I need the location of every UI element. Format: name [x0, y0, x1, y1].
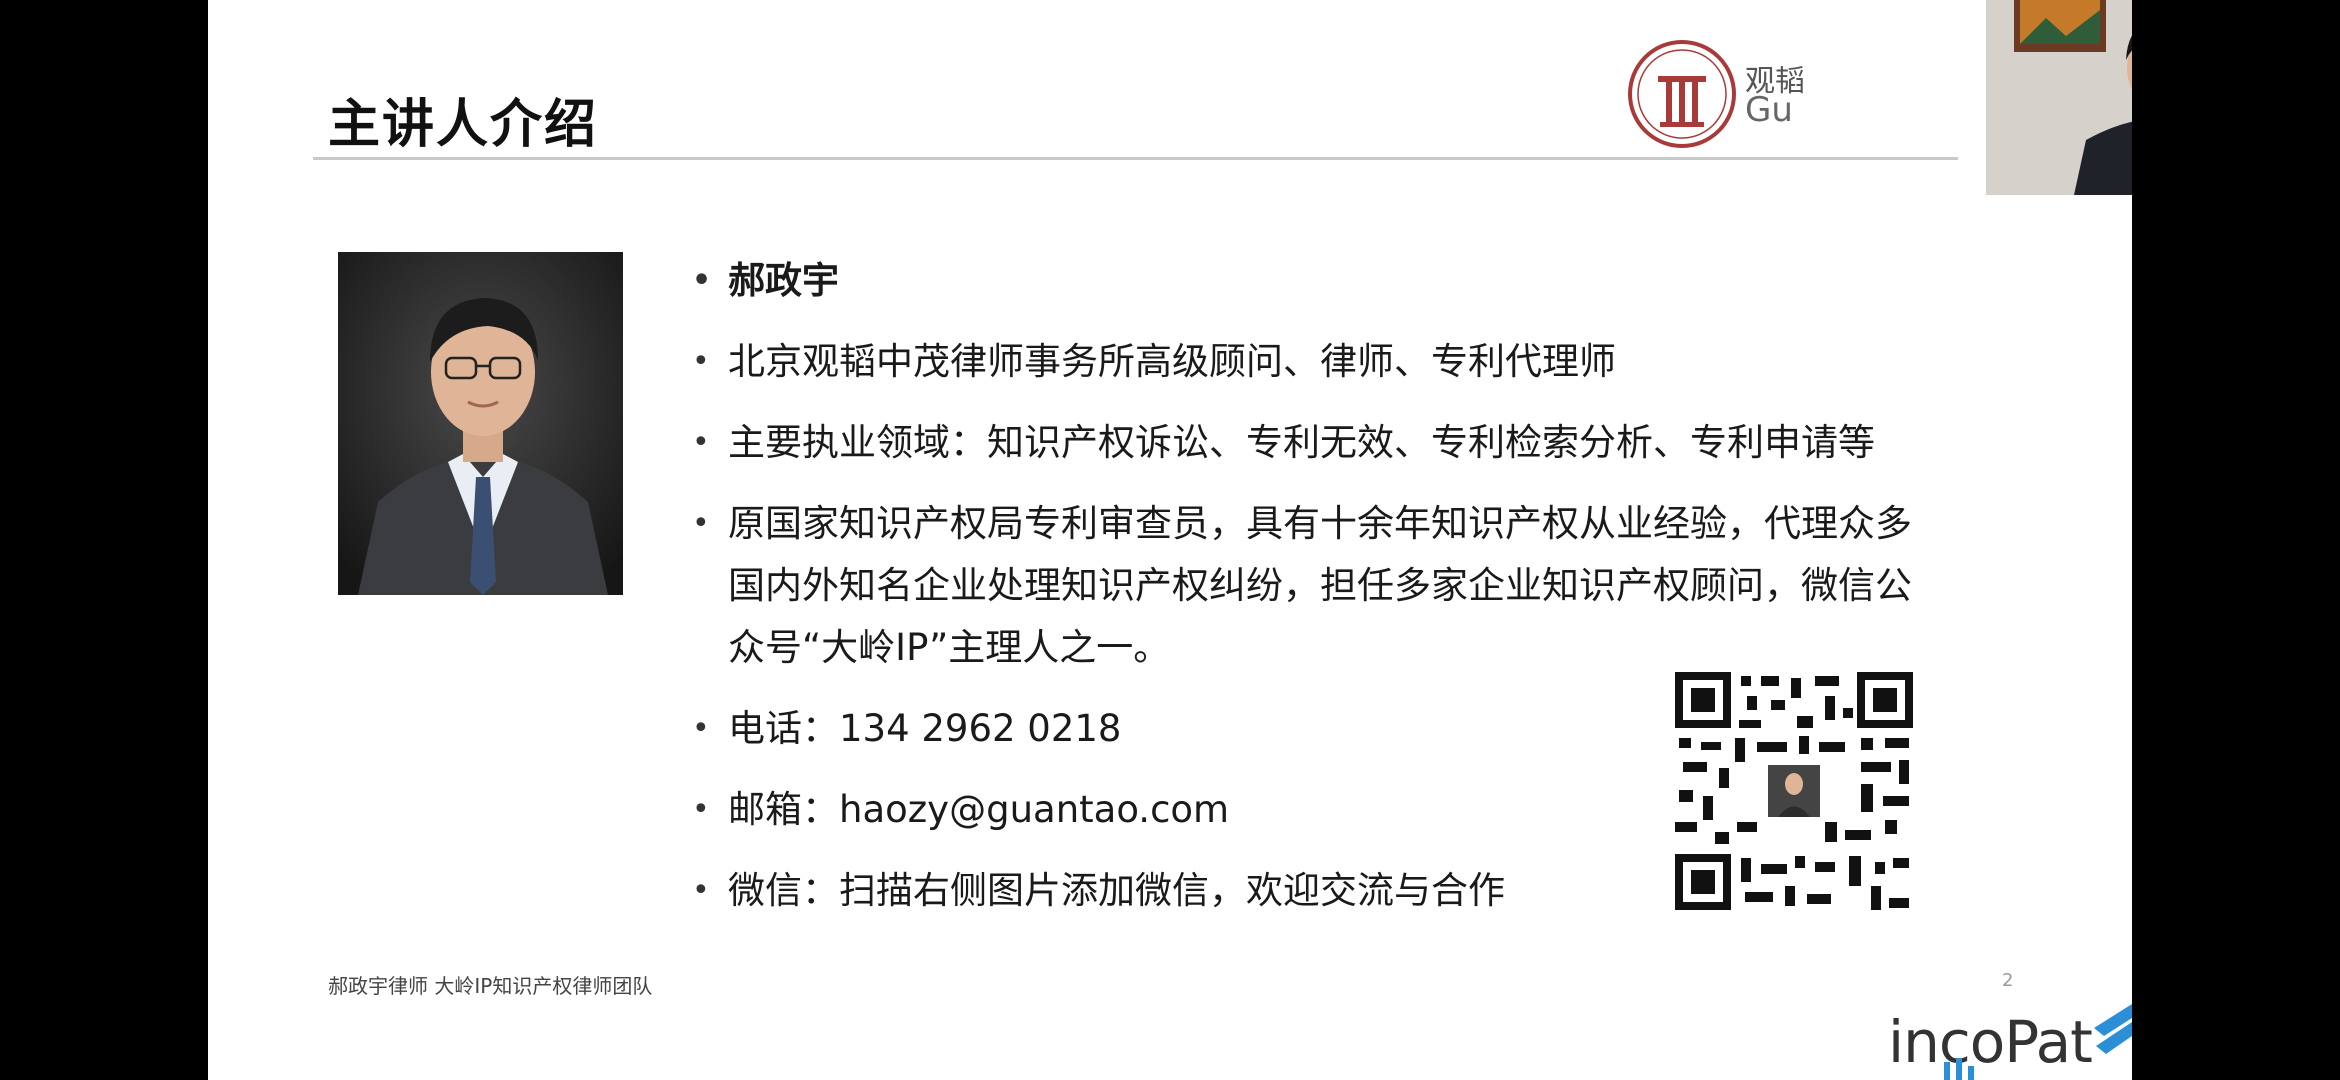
- experience-line-2: 国内外知名企业处理知识产权纠纷，担任多家企业知识产权顾问，微信公: [728, 564, 1912, 607]
- speaker-title: 北京观韬中茂律师事务所高级顾问、律师、专利代理师: [728, 340, 1616, 383]
- guantao-law-firm-logo-icon: [1628, 40, 1736, 148]
- experience-line-1: 原国家知识产权局专利审查员，具有十余年知识产权从业经验，代理众多: [728, 502, 1912, 545]
- list-item-title: • 北京观韬中茂律师事务所高级顾问、律师、专利代理师: [686, 331, 2006, 393]
- webcam-person-icon: [1986, 0, 2132, 195]
- bullet-dot-icon: •: [692, 263, 712, 298]
- list-item-practice-areas: • 主要执业领域：知识产权诉讼、专利无效、专利检索分析、专利申请等: [686, 412, 2006, 474]
- bullet-dot-icon: •: [692, 506, 710, 541]
- bullet-dot-icon: •: [692, 425, 710, 460]
- bullet-dot-icon: •: [692, 792, 710, 827]
- practice-areas: 主要执业领域：知识产权诉讼、专利无效、专利检索分析、专利申请等: [728, 421, 1875, 464]
- webcam-feed: [1986, 0, 2132, 195]
- bullet-dot-icon: •: [692, 873, 710, 908]
- incopat-logo-icon: [1944, 1004, 2132, 1080]
- firm-name-english: Gu: [1745, 90, 1793, 130]
- speaker-name: 郝政宇: [728, 259, 839, 302]
- speaker-portrait-image: [338, 252, 623, 595]
- title-divider: [313, 157, 1958, 160]
- bullet-dot-icon: •: [692, 711, 710, 746]
- presentation-slide: 主讲人介绍 观韬 Gu • 郝政宇 • 北京观韬中茂律师事务所高级顾问、律师、专…: [208, 0, 2132, 1080]
- screen: 主讲人介绍 观韬 Gu • 郝政宇 • 北京观韬中茂律师事务所高级顾问、律师、专…: [0, 0, 2340, 1080]
- footer-text: 郝政宇律师 大岭IP知识产权律师团队: [328, 974, 653, 998]
- wechat-text: 微信：扫描右侧图片添加微信，欢迎交流与合作: [728, 869, 1505, 912]
- phone-text: 电话：134 2962 0218: [728, 707, 1122, 750]
- list-item-experience: • 原国家知识产权局专利审查员，具有十余年知识产权从业经验，代理众多 国内外知名…: [686, 493, 2006, 679]
- list-item-name: • 郝政宇: [686, 250, 2006, 312]
- page-number: 2: [2002, 970, 2014, 991]
- email-text: 邮箱：haozy@guantao.com: [728, 788, 1230, 831]
- experience-line-3: 众号“大岭IP”主理人之一。: [728, 626, 1171, 669]
- bullet-dot-icon: •: [692, 344, 710, 379]
- wechat-qr-code-icon: [1675, 672, 1913, 910]
- slide-title: 主讲人介绍: [328, 95, 599, 155]
